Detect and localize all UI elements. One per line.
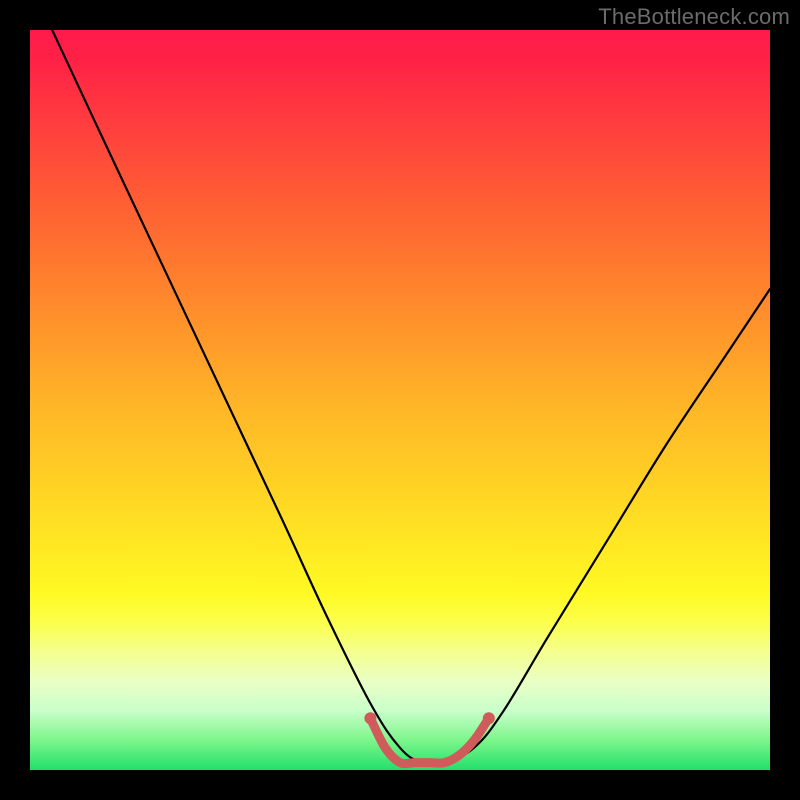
bottleneck-curve xyxy=(52,30,770,765)
watermark-text: TheBottleneck.com xyxy=(598,4,790,30)
plot-area xyxy=(30,30,770,770)
highlight-end-dot xyxy=(483,712,495,724)
highlight-end-dot xyxy=(364,712,376,724)
bottom-highlight-dots xyxy=(364,712,494,724)
curve-layer xyxy=(30,30,770,770)
bottom-highlight xyxy=(370,718,488,764)
chart-frame: TheBottleneck.com xyxy=(0,0,800,800)
